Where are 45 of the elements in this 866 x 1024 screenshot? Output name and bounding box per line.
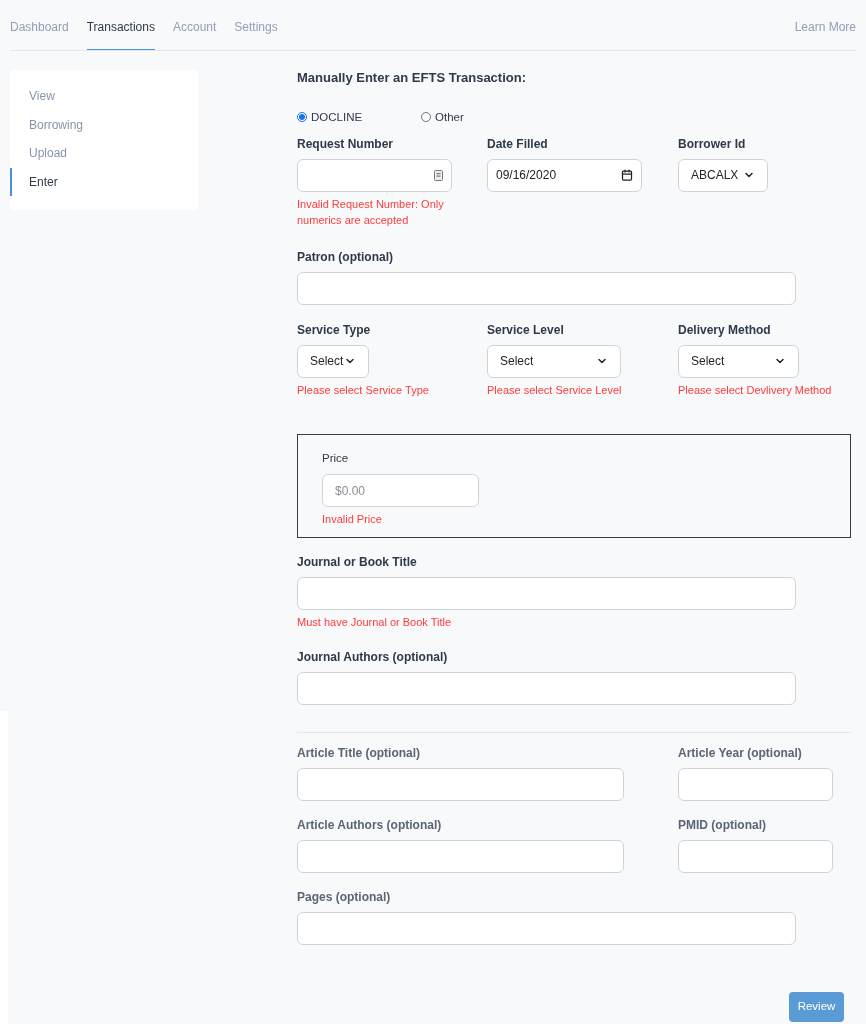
field-label: Article Year (optional) [678,744,803,762]
error-message: Invalid Request Number: Only numerics are accepted [297,196,445,228]
field-label: Date Filled [487,135,549,153]
request-number-field[interactable] [297,158,452,192]
field-label: Pages (optional) [297,888,392,906]
select-field[interactable]: Select [678,344,799,378]
text-field[interactable] [678,839,833,873]
text-field[interactable] [297,767,624,801]
select-field[interactable]: ABCALX [678,158,768,192]
field-label: Article Authors (optional) [297,816,443,834]
radio-option[interactable]: Other [421,108,464,126]
field-label: Article Title (optional) [297,744,422,762]
radio-button[interactable] [297,112,307,123]
field-label: Delivery Method [678,321,772,339]
error-message: Please select Service Type [297,382,430,398]
radio-option[interactable]: DOCLINE [297,108,421,126]
text-field[interactable] [297,911,796,945]
text-field[interactable] [297,576,796,610]
field-label: Service Level [487,321,565,339]
field-label: Request Number [297,135,395,153]
radio-button[interactable] [421,112,431,123]
text-field[interactable] [297,271,796,305]
select-field[interactable]: Select [297,344,369,378]
error-message: Must have Journal or Book Title [297,614,453,630]
field-label: Journal Authors (optional) [297,648,449,666]
error-message: Please select Service Level [487,382,623,398]
nav-tab[interactable]: Transactions [86,18,155,50]
form-title: Manually Enter an EFTS Transaction: [297,69,527,87]
field-label: Service Type [297,321,372,339]
text-field[interactable] [297,839,624,873]
field-label: Price [322,450,350,466]
field-label: Journal or Book Title [297,553,418,571]
text-field[interactable]: $0.00 [322,474,479,507]
text-field[interactable] [678,767,833,801]
error-message: Please select Devlivery Method [678,382,833,398]
contact-card-icon [434,169,443,181]
field-label: PMID (optional) [678,816,767,834]
field-label: Patron (optional) [297,248,394,266]
field-label: Borrower Id [678,135,747,153]
select-field[interactable]: Select [487,344,621,378]
text-field[interactable] [297,671,796,705]
error-message: Invalid Price [322,512,383,527]
sidebar-item[interactable]: Enter [10,167,198,196]
calendar-icon [621,169,633,182]
date-field[interactable]: 09/16/2020 [487,158,642,192]
